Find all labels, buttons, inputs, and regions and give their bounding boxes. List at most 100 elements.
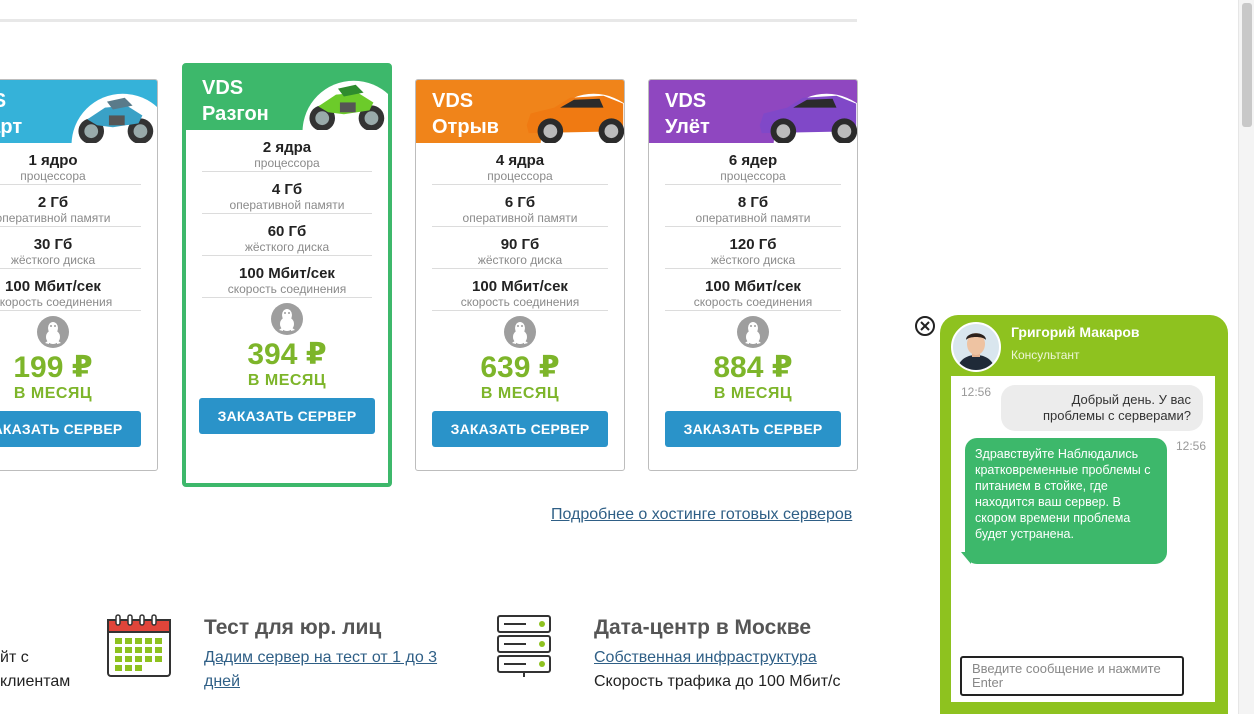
- car-icon: [759, 93, 857, 143]
- plan-price: 639 ₽: [480, 351, 560, 384]
- motorcycle-icon: [302, 80, 388, 130]
- spec-label: скорость соединения: [460, 295, 580, 309]
- more-hosting-link[interactable]: Подробнее о хостинге готовых серверов: [551, 506, 852, 524]
- spec-value: 30 Гб: [33, 236, 73, 253]
- feature-test-link-line2[interactable]: дней: [204, 670, 240, 694]
- spec-value: 2 Гб: [37, 194, 69, 211]
- spec-label: оперативной памяти: [0, 211, 111, 225]
- calendar-icon: [107, 614, 171, 677]
- plan-spec-row: 90 Гб жёсткого диска: [432, 227, 608, 269]
- feature-datacenter-link[interactable]: Собственная инфраструктура: [594, 646, 817, 670]
- message-incoming: Добрый день. У вас проблемы с серверами?: [1001, 385, 1203, 431]
- feature-test-link-line1[interactable]: Дадим сервер на тест от 1 до 3: [204, 646, 437, 670]
- feature-partial-text-2: клиентам: [0, 673, 71, 690]
- chat-message-input[interactable]: [960, 656, 1184, 696]
- motorcycle-icon: [71, 93, 157, 143]
- plan-spec-row: 4 ядра процессора: [432, 143, 608, 185]
- plan-specs: 4 ядра процессора 6 Гб оперативной памят…: [416, 143, 624, 311]
- plan-period: В МЕСЯЦ: [13, 385, 93, 402]
- order-server-button[interactable]: ЗАКАЗАТЬ СЕРВЕР: [432, 411, 608, 447]
- plan-card-otryv: VDS Отрыв 4 ядра процессора 6 Гб операти…: [415, 79, 625, 471]
- spec-value: 6 ядер: [728, 152, 778, 169]
- feature-partial-text-1: йт с: [0, 649, 29, 666]
- spec-value: 2 ядра: [262, 139, 312, 156]
- plan-price: 199 ₽: [13, 351, 93, 384]
- plan-spec-row: 100 Мбит/сек скорость соединения: [432, 269, 608, 311]
- order-server-button[interactable]: ЗАКАЗАТЬ СЕРВЕР: [199, 398, 375, 434]
- chat-agent-role: Консультант: [1011, 348, 1080, 362]
- plan-spec-row: 8 Гб оперативной памяти: [665, 185, 841, 227]
- chat-widget: Григорий Макаров Консультант 12:56 Добры…: [940, 315, 1228, 714]
- feature-datacenter-text: Скорость трафика до 100 Мбит/с: [594, 673, 841, 690]
- plan-title: VDS Отрыв: [432, 90, 499, 138]
- spec-value: 120 Гб: [729, 236, 777, 253]
- spec-label: скорость соединения: [693, 295, 813, 309]
- car-icon: [526, 93, 624, 143]
- spec-value: 4 ядра: [495, 152, 545, 169]
- plan-spec-row: 2 Гб оперативной памяти: [0, 185, 141, 227]
- plan-spec-row: 6 Гб оперативной памяти: [432, 185, 608, 227]
- avatar: [951, 322, 1001, 372]
- spec-label: процессора: [487, 169, 553, 183]
- spec-value: 1 ядро: [28, 152, 78, 169]
- spec-value: 4 Гб: [271, 181, 303, 198]
- spec-value: 6 Гб: [504, 194, 536, 211]
- plan-title: VDS Разгон: [202, 77, 269, 125]
- spec-value: 100 Мбит/сек: [239, 265, 335, 282]
- spec-value: 100 Мбит/сек: [472, 278, 568, 295]
- plan-period: В МЕСЯЦ: [713, 385, 793, 402]
- spec-label: процессора: [20, 169, 86, 183]
- plan-title: VDS Улёт: [665, 90, 710, 138]
- spec-label: жёсткого диска: [244, 240, 330, 254]
- chat-agent-name: Григорий Макаров: [1011, 324, 1140, 340]
- spec-value: 100 Мбит/сек: [5, 278, 101, 295]
- plan-period: В МЕСЯЦ: [480, 385, 560, 402]
- plan-spec-row: 6 ядер процессора: [665, 143, 841, 185]
- plan-spec-row: 30 Гб жёсткого диска: [0, 227, 141, 269]
- linux-icon: [37, 316, 69, 348]
- plan-title: VDS Старт: [0, 90, 23, 138]
- plan-period: В МЕСЯЦ: [247, 372, 327, 389]
- spec-label: скорость соединения: [227, 282, 347, 296]
- spec-label: оперативной памяти: [695, 211, 811, 225]
- spec-label: скорость соединения: [0, 295, 113, 309]
- plan-spec-row: 60 Гб жёсткого диска: [202, 214, 372, 256]
- spec-label: оперативной памяти: [462, 211, 578, 225]
- close-icon[interactable]: [914, 315, 936, 337]
- page: VDS Старт 1 ядро процессора 2 Гб операти…: [0, 0, 1254, 714]
- plan-price: 884 ₽: [713, 351, 793, 384]
- plan-spec-row: 2 ядра процессора: [202, 130, 372, 172]
- plan-price: 394 ₽: [247, 338, 327, 371]
- message-time: 12:56: [961, 385, 992, 399]
- message-time: 12:56: [1176, 439, 1207, 453]
- divider: [0, 19, 857, 22]
- spec-label: жёсткого диска: [710, 253, 796, 267]
- spec-value: 100 Мбит/сек: [705, 278, 801, 295]
- spec-label: жёсткого диска: [10, 253, 96, 267]
- chat-messages: 12:56 Добрый день. У вас проблемы с серв…: [951, 376, 1215, 702]
- plan-card-razgon: VDS Разгон 2 ядра процессора 4 Гб операт…: [182, 63, 392, 487]
- plan-spec-row: 120 Гб жёсткого диска: [665, 227, 841, 269]
- linux-icon: [737, 316, 769, 348]
- linux-icon: [504, 316, 536, 348]
- spec-value: 90 Гб: [500, 236, 540, 253]
- plan-spec-row: 4 Гб оперативной памяти: [202, 172, 372, 214]
- plan-specs: 6 ядер процессора 8 Гб оперативной памят…: [649, 143, 857, 311]
- linux-icon: [271, 303, 303, 335]
- order-server-button[interactable]: ЗАКАЗАТЬ СЕРВЕР: [0, 411, 141, 447]
- scrollbar[interactable]: [1238, 0, 1254, 714]
- plan-card-ulet: VDS Улёт 6 ядер процессора 8 Гб оператив…: [648, 79, 858, 471]
- scrollbar-thumb[interactable]: [1242, 3, 1252, 127]
- plan-header-ulet: VDS Улёт: [649, 80, 857, 143]
- plan-specs: 2 ядра процессора 4 Гб оперативной памят…: [186, 130, 388, 298]
- plan-spec-row: 100 Мбит/сек скорость соединения: [665, 269, 841, 311]
- feature-test-title: Тест для юр. лиц: [204, 616, 382, 639]
- plan-header-otryv: VDS Отрыв: [416, 80, 624, 143]
- plan-spec-row: 100 Мбит/сек скорость соединения: [0, 269, 141, 311]
- server-rack-icon: [497, 615, 551, 677]
- order-server-button[interactable]: ЗАКАЗАТЬ СЕРВЕР: [665, 411, 841, 447]
- spec-value: 60 Гб: [267, 223, 307, 240]
- message-tail: [961, 552, 971, 564]
- spec-label: процессора: [720, 169, 786, 183]
- spec-label: оперативной памяти: [229, 198, 345, 212]
